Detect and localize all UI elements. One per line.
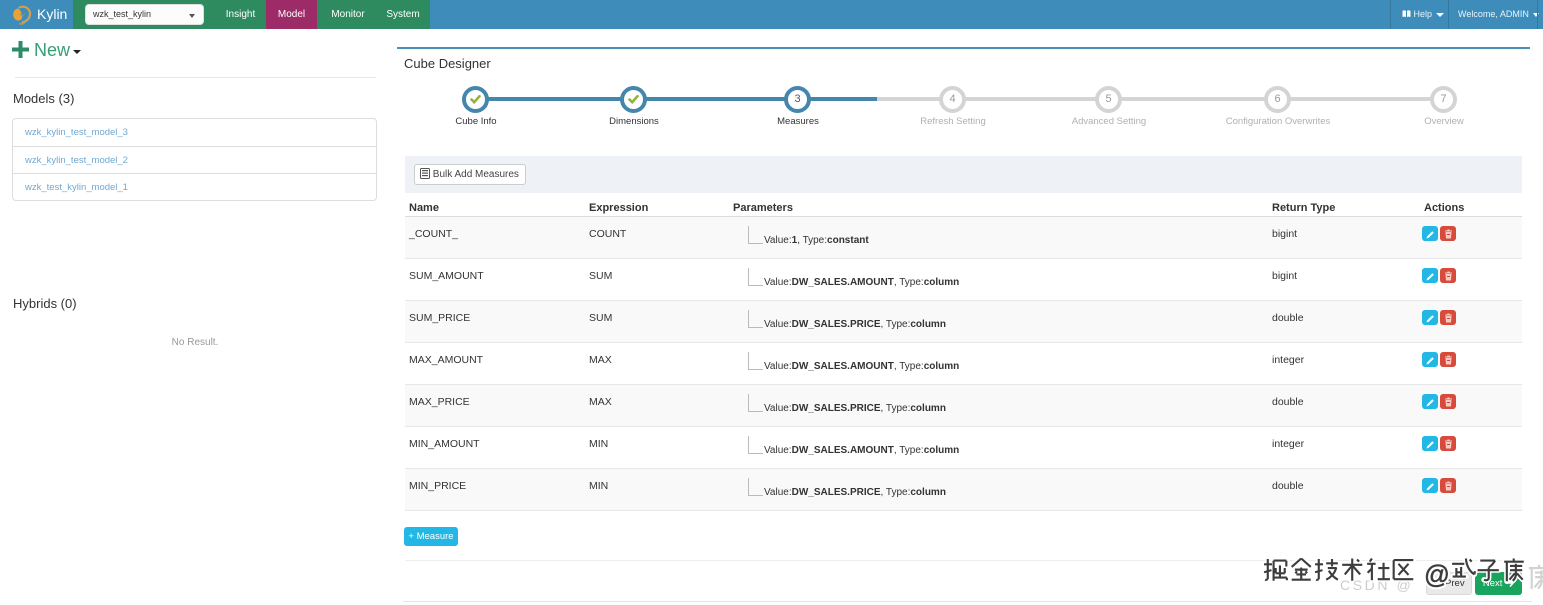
svg-text:@: @	[1424, 562, 1450, 590]
